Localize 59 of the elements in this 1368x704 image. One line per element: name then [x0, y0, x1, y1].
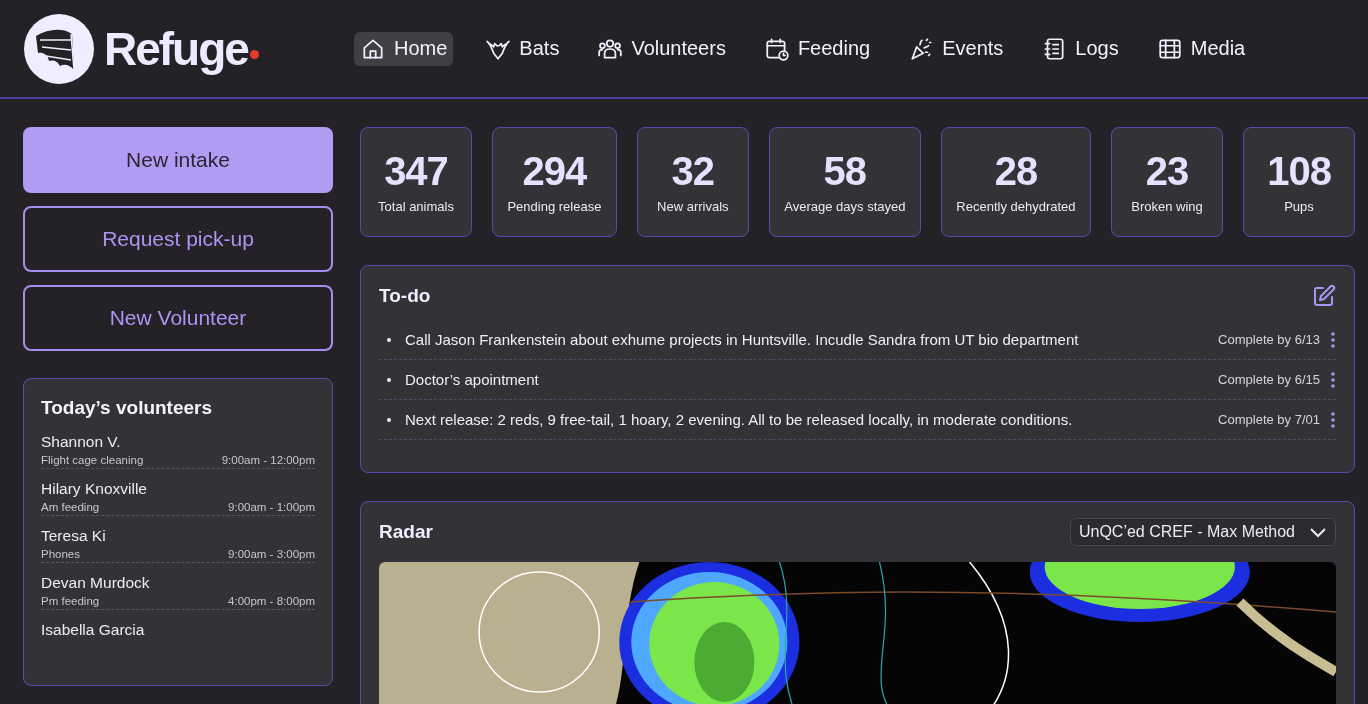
todo-text: Call Jason Frankenstein about exhume projects in Huntsville. Incudle Sandra from UT bio department — [405, 331, 1080, 348]
more-icon[interactable] — [1330, 410, 1336, 429]
stat-value: 23 — [1145, 150, 1189, 191]
volunteer-name: Shannon V. — [41, 433, 122, 451]
volunteer-role: Pm feeding — [41, 595, 100, 607]
button[interactable]: New Volunteer — [23, 285, 333, 351]
volunteer-hours: 9:00am - 12:00pm — [221, 454, 315, 466]
stat-label: Pending release — [507, 198, 602, 214]
volunteer-name: Isabella Garcia — [41, 621, 146, 639]
due-date: Complete by 6/15 — [1218, 372, 1320, 387]
stat-label: Average days stayed — [784, 198, 906, 214]
volunteer-hours: 9:00am - 1:00pm — [228, 501, 315, 513]
volunteer-role: Flight cage cleaning — [41, 454, 144, 466]
stat-label: New arrivals — [657, 198, 729, 214]
nav-tab[interactable]: Volunteers — [591, 31, 732, 66]
card-title: To-do — [379, 285, 431, 307]
stat-value: 58 — [823, 150, 867, 191]
product-dropdown[interactable]: UnQC’ed CREF - Max Method — [1069, 518, 1336, 546]
primary-button[interactable]: New intake — [23, 127, 333, 193]
stat-label: Broken wing — [1131, 198, 1203, 214]
stat-value: 294 — [522, 150, 587, 191]
todo-text: Doctor’s apointment — [405, 371, 540, 388]
button[interactable]: Request pick-up — [23, 206, 333, 272]
stat-label: Pups — [1284, 198, 1314, 214]
todo-text: Next release: 2 reds, 9 free-tail, 1 hoary, 2 evening. All to be released locally, in moderate conditions. — [405, 411, 1074, 428]
stat-label: Recently dehydrated — [956, 198, 1076, 214]
bat-wing-logo — [24, 13, 94, 84]
bullet-icon — [387, 417, 391, 422]
nav-tab[interactable]: Bats — [479, 31, 566, 66]
nav-tab[interactable]: Home — [354, 31, 454, 66]
stat-value: 108 — [1267, 150, 1331, 191]
stat-value: 347 — [384, 150, 448, 191]
nav-tab[interactable]: Feeding — [757, 31, 877, 66]
stat-value: 28 — [994, 150, 1038, 191]
volunteer-hours: 4:00pm - 8:00pm — [228, 595, 315, 607]
due-date: Complete by 6/13 — [1218, 332, 1320, 347]
volunteer-name: Hilary Knoxville — [41, 480, 148, 498]
more-icon[interactable] — [1330, 370, 1336, 389]
volunteer-role: Phones — [41, 548, 80, 560]
volunteer-name: Devan Murdock — [41, 574, 151, 592]
more-icon[interactable] — [1330, 330, 1336, 349]
card-title: Radar — [379, 521, 433, 543]
dot-icon — [249, 49, 259, 59]
calendar-clock-icon — [763, 35, 790, 62]
due-date: Complete by 7/01 — [1218, 412, 1320, 427]
nav-tab[interactable]: Logs — [1035, 31, 1125, 66]
chevron-down-icon — [1309, 526, 1327, 538]
volunteer-hours: 9:00am - 3:00pm — [228, 548, 315, 560]
edit-icon[interactable] — [1312, 284, 1336, 308]
bullet-icon — [387, 377, 391, 382]
volunteer-name: Teresa Ki — [41, 527, 107, 545]
panel-title: Today’s volunteers — [41, 397, 214, 419]
brand-name: Refuge — [104, 21, 248, 76]
volunteer-role: Am feeding — [41, 501, 100, 513]
bullet-icon — [387, 337, 391, 342]
stat-label: Total animals — [378, 198, 454, 214]
nav-tab[interactable]: Media — [1150, 31, 1252, 66]
stat-value: 32 — [671, 150, 715, 191]
nav-tab[interactable]: Events — [902, 31, 1010, 66]
